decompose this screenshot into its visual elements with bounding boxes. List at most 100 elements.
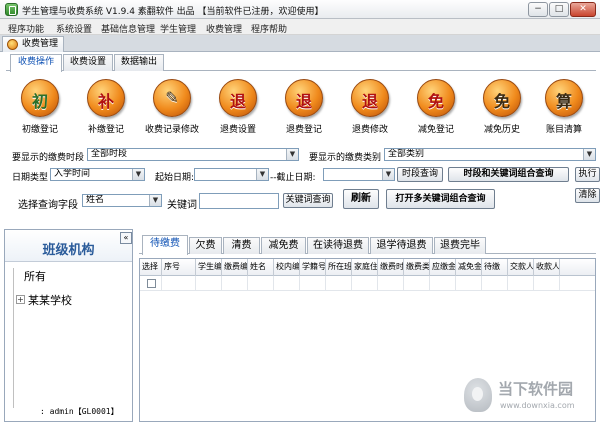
tab-enrolled-pending-refund[interactable]: 在读待退费 bbox=[307, 237, 369, 254]
col-pending[interactable]: 待缴 bbox=[482, 259, 508, 276]
end-date-label: --截止日期: bbox=[270, 173, 316, 183]
tab-pending-payment[interactable]: 待缴费 bbox=[142, 235, 188, 255]
watermark: 当下软件园 www.downxia.com bbox=[464, 374, 596, 418]
start-date-input[interactable]: ▼ bbox=[194, 168, 269, 181]
window-title: 学生管理与收费系统 V1.9.4 素翻软件 出品 【当前软件已注册，欢迎使用】 bbox=[22, 7, 324, 17]
waiver-history-icon: 免 bbox=[483, 79, 521, 117]
chevron-down-icon: ▼ bbox=[583, 149, 595, 160]
keyword-input[interactable] bbox=[199, 193, 279, 209]
col-class[interactable]: 所在班级 bbox=[326, 259, 352, 276]
tab-withdrawn-pending-refund[interactable]: 退学待退费 bbox=[370, 237, 433, 254]
tab-arrears[interactable]: 欠费 bbox=[189, 237, 222, 254]
edit-fee-record-button[interactable]: ✎ 收费记录修改 bbox=[140, 72, 204, 138]
chevron-down-icon: ▼ bbox=[132, 169, 144, 180]
row-checkbox[interactable] bbox=[147, 279, 156, 288]
table-row[interactable] bbox=[140, 276, 595, 291]
close-button[interactable]: ✕ bbox=[570, 2, 596, 17]
menu-help[interactable]: 程序帮助 bbox=[251, 22, 287, 35]
class-org-panel: 班级机构 所有 + 某某学校 bbox=[4, 229, 133, 422]
col-student-id[interactable]: 学生编号 bbox=[196, 259, 222, 276]
current-user-status: : admin【GL0001】 bbox=[40, 407, 119, 416]
query-field-label: 选择查询字段 bbox=[18, 200, 78, 211]
ribbon-tabs: 收费操作 收费设置 数据输出 bbox=[6, 54, 596, 72]
tab-fee-settings[interactable]: 收费设置 bbox=[63, 54, 113, 71]
refund-register-button[interactable]: 退 退费登记 bbox=[272, 72, 336, 138]
menu-students[interactable]: 学生管理 bbox=[160, 22, 196, 35]
maximize-button[interactable]: □ bbox=[549, 2, 569, 17]
period-label: 要显示的缴费时段 bbox=[12, 153, 85, 163]
chevron-down-icon: ▼ bbox=[256, 169, 268, 180]
end-date-input[interactable]: ▼ bbox=[323, 168, 395, 181]
menu-settings[interactable]: 系统设置 bbox=[56, 22, 92, 35]
date-type-select[interactable]: 入学时间 ▼ bbox=[50, 168, 145, 181]
account-settlement-icon: 算 bbox=[545, 79, 583, 117]
tree-node-school[interactable]: 某某学校 bbox=[28, 292, 72, 308]
period-select[interactable]: 全部时段 ▼ bbox=[87, 148, 299, 161]
refund-settings-icon: 退 bbox=[219, 79, 257, 117]
fee-toolbar: 初 初缴登记 补 补缴登记 ✎ 收费记录修改 退 退费设置 退 退费登记 退 退… bbox=[4, 72, 596, 142]
keyword-label: 关键词 bbox=[167, 200, 197, 211]
waiver-register-icon: 免 bbox=[417, 79, 455, 117]
refresh-button[interactable]: 刷新 bbox=[343, 189, 379, 209]
combo-query-button[interactable]: 时段和关键词组合查询 bbox=[448, 167, 569, 182]
initial-payment-icon: 初 bbox=[21, 79, 59, 117]
tab-refund-complete[interactable]: 退费完毕 bbox=[434, 237, 486, 254]
query-field-select[interactable]: 姓名 ▼ bbox=[82, 194, 162, 207]
app-icon bbox=[5, 3, 18, 16]
tab-data-export[interactable]: 数据输出 bbox=[114, 54, 164, 71]
period-query-button[interactable]: 时段查询 bbox=[397, 167, 443, 182]
chevron-down-icon: ▼ bbox=[382, 169, 394, 180]
minimize-button[interactable]: − bbox=[528, 2, 548, 17]
tab-waived[interactable]: 减免费 bbox=[261, 237, 306, 254]
category-select[interactable]: 全部类别 ▼ bbox=[384, 148, 596, 161]
supplementary-payment-icon: 补 bbox=[87, 79, 125, 117]
col-name[interactable]: 姓名 bbox=[248, 259, 274, 276]
chevron-down-icon: ▼ bbox=[286, 149, 298, 160]
tree-expand-icon[interactable]: + bbox=[16, 295, 25, 304]
refund-settings-button[interactable]: 退 退费设置 bbox=[206, 72, 270, 138]
chevron-down-icon: ▼ bbox=[149, 195, 161, 206]
coin-icon bbox=[7, 39, 18, 50]
watermark-url: www.downxia.com bbox=[500, 401, 575, 410]
col-waived-amount[interactable]: 减免金额 bbox=[456, 259, 482, 276]
col-enrollment-no[interactable]: 学籍号 bbox=[300, 259, 326, 276]
col-category[interactable]: 缴费类别 bbox=[404, 259, 430, 276]
refund-edit-icon: 退 bbox=[351, 79, 389, 117]
account-settlement-button[interactable]: 算 账目清算 bbox=[532, 72, 596, 138]
menu-basic-info[interactable]: 基础信息管理 bbox=[101, 22, 155, 35]
document-tab-strip: 收费管理 bbox=[0, 35, 600, 52]
col-index[interactable]: 序号 bbox=[162, 259, 196, 276]
tree-node-all[interactable]: 所有 bbox=[24, 268, 46, 284]
multi-keyword-query-button[interactable]: 打开多关键词组合查询 bbox=[386, 189, 495, 209]
menu-fees[interactable]: 收费管理 bbox=[206, 22, 242, 35]
tab-fee-operations[interactable]: 收费操作 bbox=[10, 54, 62, 72]
col-payment-id[interactable]: 缴费编号 bbox=[222, 259, 248, 276]
col-due-amount[interactable]: 应缴金额 bbox=[430, 259, 456, 276]
fee-status-tabs: 待缴费 欠费 清费 减免费 在读待退费 退学待退费 退费完毕 bbox=[139, 235, 596, 255]
watermark-logo-icon bbox=[464, 378, 492, 412]
clear-button[interactable]: 清除 bbox=[575, 188, 600, 203]
tab-cleared[interactable]: 清费 bbox=[223, 237, 260, 254]
waiver-register-button[interactable]: 免 减免登记 bbox=[404, 72, 468, 138]
watermark-text: 当下软件园 bbox=[498, 380, 574, 398]
col-period[interactable]: 缴费时段 bbox=[378, 259, 404, 276]
start-date-label: 起始日期: bbox=[155, 173, 195, 183]
waiver-history-button[interactable]: 免 减免历史 bbox=[470, 72, 534, 138]
col-receiver[interactable]: 收款人 bbox=[534, 259, 560, 276]
collapse-panel-button[interactable]: « bbox=[120, 232, 132, 244]
class-org-header: 班级机构 bbox=[5, 230, 132, 262]
refund-register-icon: 退 bbox=[285, 79, 323, 117]
supplementary-payment-button[interactable]: 补 补缴登记 bbox=[74, 72, 138, 138]
col-address[interactable]: 家庭住址 bbox=[352, 259, 378, 276]
col-school-id[interactable]: 校内编号 bbox=[274, 259, 300, 276]
execute-button[interactable]: 执行 bbox=[575, 167, 600, 182]
org-tree: 所有 + 某某学校 bbox=[13, 268, 129, 408]
initial-payment-button[interactable]: 初 初缴登记 bbox=[8, 72, 72, 138]
filter-area: 要显示的缴费时段 全部时段 ▼ 要显示的缴费类别 全部类别 ▼ 日期类型 入学时… bbox=[0, 145, 600, 213]
refund-edit-button[interactable]: 退 退费修改 bbox=[338, 72, 402, 138]
menu-program[interactable]: 程序功能 bbox=[8, 22, 44, 35]
col-select[interactable]: 选择 bbox=[140, 259, 162, 276]
keyword-query-button[interactable]: 关键词查询 bbox=[283, 193, 333, 208]
doc-tab-fee-management[interactable]: 收费管理 bbox=[2, 36, 65, 52]
col-payer[interactable]: 交款人 bbox=[508, 259, 534, 276]
